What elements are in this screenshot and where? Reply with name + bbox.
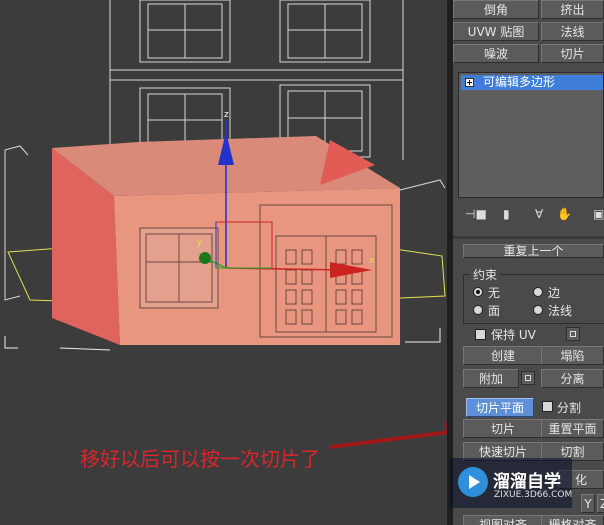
pin-stack-icon[interactable]: ⊣■: [465, 207, 487, 221]
constraint-none-radio[interactable]: [473, 287, 483, 297]
watermark-title: 溜溜自学: [493, 472, 561, 492]
split-label: 分割: [557, 401, 582, 415]
attach-button[interactable]: 附加: [463, 369, 519, 388]
y-arrow-icon[interactable]: [199, 252, 211, 264]
chamfer-button[interactable]: 倒角: [453, 0, 539, 19]
modifier-stack[interactable]: 可编辑多边形: [458, 72, 604, 198]
collapse-button[interactable]: 塌陷: [541, 346, 604, 365]
configure-sets-icon[interactable]: ▣: [593, 207, 604, 221]
make-unique-icon[interactable]: ∀: [535, 207, 543, 221]
remove-modifier-icon[interactable]: ✋: [557, 207, 572, 221]
repeat-last-button[interactable]: 重复上一个: [463, 244, 604, 258]
preserve-uv-label: 保持 UV: [491, 328, 536, 342]
extrude-button[interactable]: 挤出: [541, 0, 604, 19]
stack-item-label: 可编辑多边形: [483, 75, 556, 89]
create-button[interactable]: 创建: [463, 346, 543, 365]
constraint-normal-radio[interactable]: [533, 305, 543, 315]
constraint-edge-label: 边: [548, 286, 561, 300]
noise-button[interactable]: 噪波: [453, 44, 539, 63]
constraint-normal-label: 法线: [548, 304, 573, 318]
constraints-label: 约束: [470, 266, 501, 283]
preserve-uv-settings-icon[interactable]: [566, 327, 580, 341]
grid-align-button[interactable]: 栅格对齐: [541, 515, 604, 525]
annotation-arrow-icon: [329, 421, 447, 449]
play-logo-icon: [458, 467, 488, 497]
detach-button[interactable]: 分离: [541, 369, 604, 388]
axis-label-x: x: [369, 256, 375, 266]
align-y-button[interactable]: Y: [581, 494, 595, 513]
expand-plus-icon[interactable]: [465, 78, 474, 87]
command-panel: 倒角 挤出 UVW 贴图 法线 噪波 切片 可编辑多边形 ⊣■ ▮ ∀ ✋ ▣ …: [453, 0, 604, 525]
watermark-url: ZIXUE.3D66.COM: [494, 490, 573, 500]
slice-plane-button[interactable]: 切片平面: [466, 398, 534, 417]
normal-modifier-button[interactable]: 法线: [541, 22, 604, 41]
constraint-face-radio[interactable]: [473, 305, 483, 315]
slice-button[interactable]: 切片: [463, 419, 543, 438]
split-checkbox[interactable]: [542, 401, 553, 412]
panel-separator: [453, 236, 604, 239]
show-end-result-icon[interactable]: ▮: [503, 207, 510, 221]
axis-label-y: y: [197, 238, 203, 248]
reset-plane-button[interactable]: 重置平面: [541, 419, 604, 438]
constraint-face-label: 面: [488, 304, 501, 318]
uvw-map-button[interactable]: UVW 贴图: [453, 22, 539, 41]
tutorial-annotation: 移好以后可以按一次切片了: [80, 447, 320, 471]
view-align-button[interactable]: 视图对齐: [463, 515, 543, 525]
slice-modifier-button[interactable]: 切片: [541, 44, 604, 63]
constraint-none-label: 无: [488, 286, 501, 300]
constraint-edge-radio[interactable]: [533, 287, 543, 297]
axis-label-z: z: [224, 110, 229, 120]
watermark: 溜溜自学 ZIXUE.3D66.COM: [450, 458, 572, 508]
align-z-button[interactable]: Z: [597, 494, 604, 513]
attach-settings-icon[interactable]: [521, 371, 535, 385]
preserve-uv-checkbox[interactable]: [475, 329, 486, 340]
stack-item-editable-poly[interactable]: 可编辑多边形: [461, 75, 603, 90]
